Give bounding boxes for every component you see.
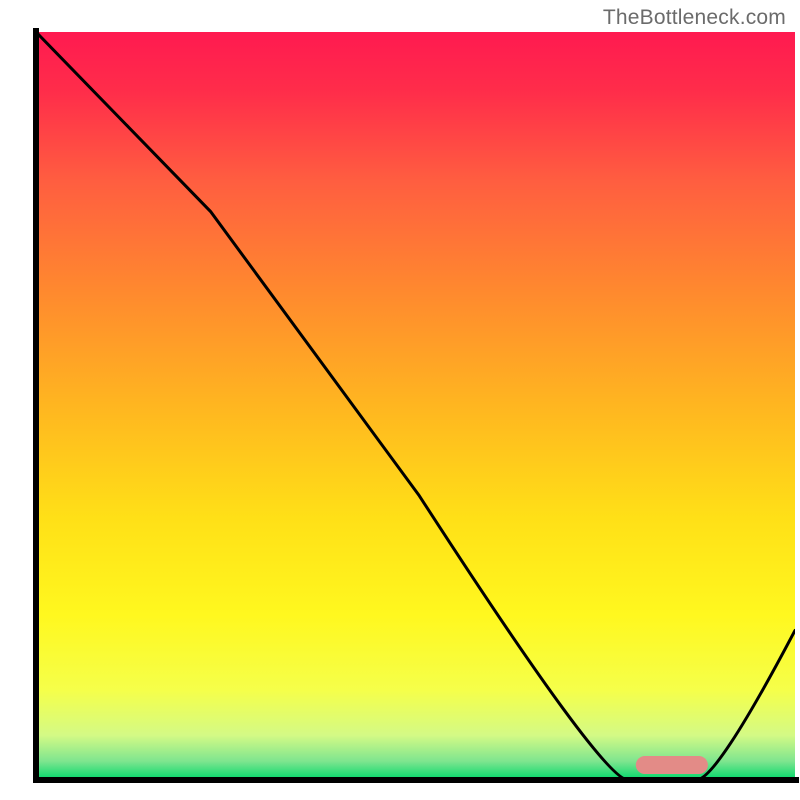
bottleneck-chart [0, 0, 800, 800]
plot-background [36, 32, 795, 780]
attribution-text: TheBottleneck.com [603, 6, 786, 30]
chart-wrapper: TheBottleneck.com [0, 0, 800, 800]
optimal-range-marker [636, 756, 708, 774]
